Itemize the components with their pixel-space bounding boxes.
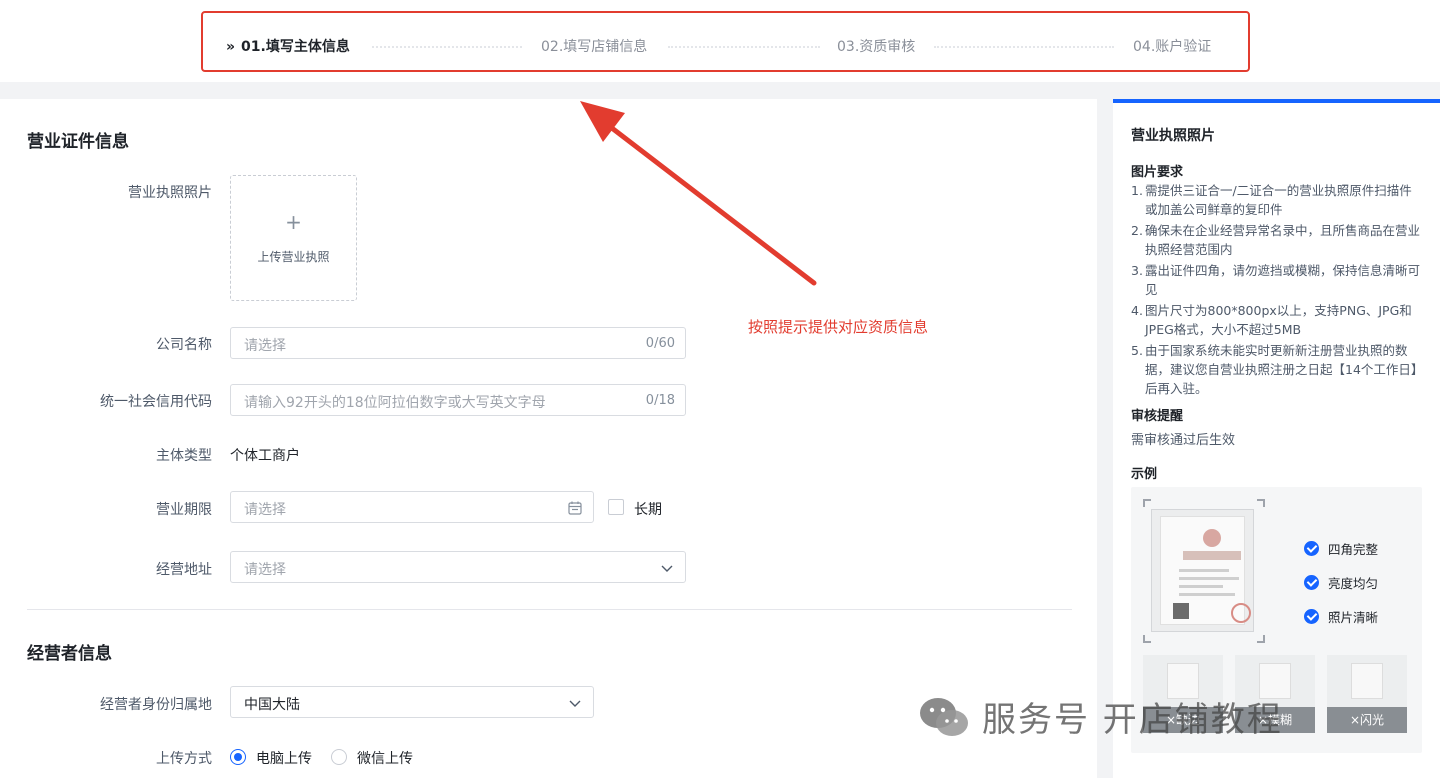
section-divider [27, 609, 1072, 610]
check-circle-icon [1304, 609, 1319, 624]
company-name-input[interactable]: 请选择 0/60 [230, 327, 686, 359]
review-text: 需审核通过后生效 [1131, 433, 1236, 448]
frame-corner [1257, 499, 1265, 507]
bad-sample-thumb: ×闪光 [1327, 655, 1407, 733]
company-name-placeholder: 请选择 [244, 338, 286, 354]
upload-license-text: 上传营业执照 [257, 250, 330, 264]
requirements-list: 1. 需提供三证合一/二证合一的营业执照原件扫描件或加盖公司鲜章的复印件 2. 确保… [1131, 181, 1423, 400]
radio-wechat-upload-label: 微信上传 [357, 751, 413, 767]
check-circle-icon [1304, 575, 1319, 590]
license-photo-label: 营业执照照片 [128, 185, 212, 201]
step-3: 03.资质审核 [837, 39, 916, 55]
requirement-item: 3. 露出证件四角，请勿遮挡或模糊，保持信息清晰可见 [1131, 263, 1421, 297]
entity-type-label: 主体类型 [156, 448, 212, 464]
check-brightness: 亮度均匀 [1304, 573, 1378, 592]
business-term-label: 营业期限 [156, 502, 212, 518]
help-side-panel: 营业执照照片 图片要求 1. 需提供三证合一/二证合一的营业执照原件扫描件或加盖公… [1113, 99, 1440, 778]
step-highlight-frame [201, 11, 1250, 72]
chevron-down-icon [569, 700, 581, 707]
step-2: 02.填写店铺信息 [541, 39, 648, 55]
requirement-item: 5. 由于国家系统未能实时更新新注册营业执照的数据，建议您自营业执照注册之日起【1… [1131, 343, 1418, 396]
credit-code-input[interactable]: 请输入92开头的18位阿拉伯数字或大写英文字母 0/18 [230, 384, 686, 416]
frame-corner [1143, 635, 1151, 643]
company-name-label: 公司名称 [156, 337, 212, 353]
side-panel-title: 营业执照照片 [1131, 128, 1215, 144]
step-current-arrow-icon: » [226, 39, 236, 55]
id-region-select[interactable]: 中国大陆 [230, 686, 594, 718]
bad-sample-tag: ×闪光 [1327, 707, 1407, 733]
step-4: 04.账户验证 [1133, 39, 1212, 55]
watermark-text: 服务号 开店铺教程 [982, 700, 1283, 740]
check-clarity: 照片清晰 [1304, 607, 1378, 626]
long-term-label: 长期 [634, 502, 662, 518]
step-1-label: 01.填写主体信息 [241, 39, 350, 55]
company-name-count: 0/60 [645, 336, 675, 351]
chevron-down-icon [661, 565, 673, 572]
step-connector [668, 46, 820, 48]
step-bar: » 01.填写主体信息 02.填写店铺信息 03.资质审核 04.账户验证 [0, 0, 1440, 82]
frame-corner [1143, 499, 1151, 507]
license-upload-box[interactable]: + 上传营业执照 [230, 175, 357, 301]
business-term-date-picker[interactable]: 请选择 [230, 491, 594, 523]
requirement-item: 4. 图片尺寸为800*800px以上，支持PNG、JPG和JPEG格式，大小不超… [1131, 303, 1412, 337]
radio-pc-upload-label: 电脑上传 [256, 751, 312, 767]
check-corners: 四角完整 [1304, 539, 1378, 558]
credit-code-count: 0/18 [645, 393, 675, 408]
sample-title: 示例 [1131, 467, 1158, 482]
credit-code-placeholder: 请输入92开头的18位阿拉伯数字或大写英文字母 [244, 395, 546, 411]
id-region-label: 经营者身份归属地 [100, 697, 212, 713]
wechat-icon [920, 697, 968, 736]
address-select[interactable]: 请选择 [230, 551, 686, 583]
step-1[interactable]: » 01.填写主体信息 [226, 36, 350, 56]
review-title: 审核提醒 [1131, 409, 1184, 424]
requirement-item: 2. 确保未在企业经营异常名录中，且所售商品在营业执照经营范围内 [1131, 223, 1421, 257]
watermark: 服务号 开店铺教程 [918, 692, 1283, 741]
address-placeholder: 请选择 [244, 562, 286, 578]
step-connector [934, 46, 1114, 48]
plus-icon: + [285, 210, 302, 234]
calendar-icon [568, 501, 582, 515]
annotation-text: 按照提示提供对应资质信息 [748, 318, 929, 336]
long-term-checkbox[interactable] [608, 499, 624, 515]
requirement-item: 1. 需提供三证合一/二证合一的营业执照原件扫描件或加盖公司鲜章的复印件 [1131, 183, 1412, 217]
main-form-card: 营业证件信息 营业执照照片 + 上传营业执照 公司名称 请选择 0/60 统一社… [0, 99, 1097, 778]
upload-method-label: 上传方式 [156, 751, 212, 767]
id-region-value: 中国大陆 [244, 697, 300, 713]
business-term-placeholder: 请选择 [244, 502, 286, 518]
radio-wechat-upload[interactable] [331, 749, 347, 765]
sample-license-image [1151, 509, 1254, 632]
section-title-operator: 经营者信息 [27, 644, 112, 664]
requirements-title: 图片要求 [1131, 165, 1184, 180]
step-connector [372, 46, 522, 48]
check-circle-icon [1304, 541, 1319, 556]
address-label: 经营地址 [156, 562, 212, 578]
credit-code-label: 统一社会信用代码 [100, 394, 212, 410]
entity-type-value: 个体工商户 [230, 448, 300, 464]
radio-pc-upload[interactable] [230, 749, 246, 765]
section-title-business: 营业证件信息 [27, 132, 129, 152]
frame-corner [1257, 635, 1265, 643]
